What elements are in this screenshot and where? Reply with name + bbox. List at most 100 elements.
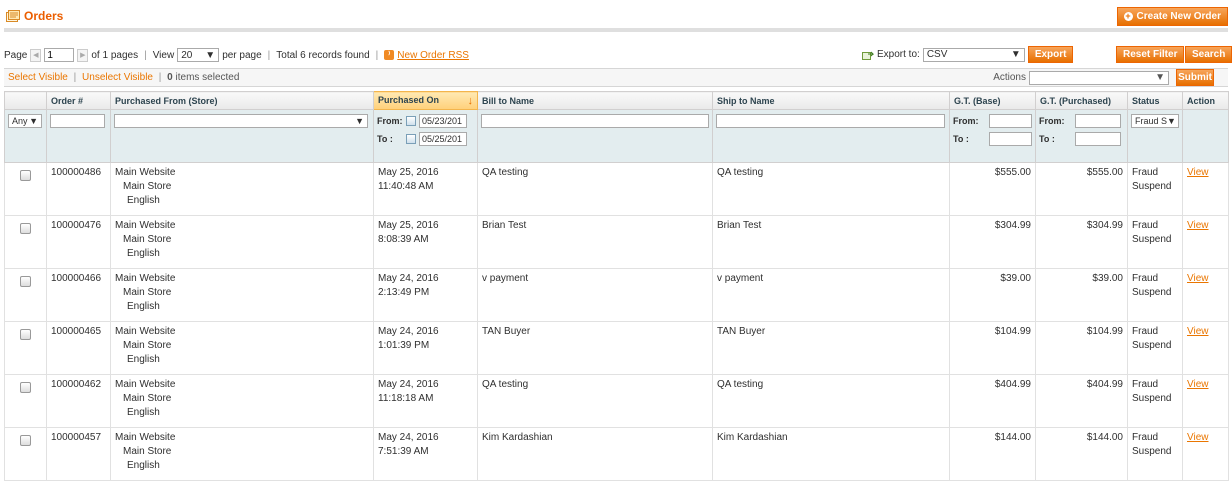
- filter-ship-cell: [712, 109, 950, 163]
- filter-purchased-cell: From: To :: [1035, 109, 1128, 163]
- column-header-gt-base[interactable]: G.T. (Base): [949, 91, 1036, 110]
- store-cell: Main Website Main Store English: [110, 268, 374, 322]
- view-link[interactable]: View: [1187, 273, 1209, 284]
- column-header-bill-to[interactable]: Bill to Name: [477, 91, 713, 110]
- ship-to-name: QA testing: [712, 374, 950, 428]
- select-cell: [4, 215, 47, 269]
- actions-select[interactable]: ▼: [1029, 70, 1169, 85]
- purchased-on: May 24, 2016 1:01:39 PM: [373, 321, 478, 375]
- ship-to-name: Brian Test: [712, 215, 950, 269]
- gt-base: $555.00: [949, 162, 1036, 216]
- column-header-purchased-on[interactable]: Purchased On ↓: [373, 91, 478, 110]
- per-page-select[interactable]: 20 ▼: [177, 48, 220, 62]
- date-from-input[interactable]: 05/23/201: [419, 114, 467, 128]
- reset-filter-button[interactable]: Reset Filter: [1116, 46, 1185, 63]
- unselect-visible-link[interactable]: Unselect Visible: [82, 72, 153, 83]
- bill-to-filter-input[interactable]: [481, 114, 709, 128]
- column-header-store[interactable]: Purchased From (Store): [110, 91, 374, 110]
- date-to-input[interactable]: 05/25/201: [419, 132, 467, 146]
- status: Fraud Suspend: [1127, 162, 1183, 216]
- row-checkbox[interactable]: [20, 276, 31, 287]
- select-cell: [4, 374, 47, 428]
- select-cell: [4, 321, 47, 375]
- filter-select-cell: Any ▼: [4, 109, 47, 163]
- next-page-icon[interactable]: ▶: [77, 48, 89, 62]
- store-cell: Main Website Main Store English: [110, 427, 374, 481]
- row-checkbox[interactable]: [20, 223, 31, 234]
- of-pages-text: of 1 pages: [91, 49, 139, 61]
- create-new-order-label: Create New Order: [1136, 11, 1221, 22]
- table-row[interactable]: 100000466 Main Website Main Store English Ma…: [4, 268, 1229, 322]
- view-link[interactable]: View: [1187, 220, 1209, 231]
- status-filter-select[interactable]: Fraud S ▼: [1131, 114, 1179, 128]
- search-button[interactable]: Search: [1185, 46, 1232, 63]
- table-row[interactable]: 100000457 Main Website Main Store English Ma…: [4, 427, 1229, 481]
- purchased-on: May 24, 2016 11:18:18 AM: [373, 374, 478, 428]
- purchased-from-input[interactable]: [1075, 114, 1121, 128]
- store-name: Main Store: [123, 340, 172, 351]
- status: Fraud Suspend: [1127, 374, 1183, 428]
- submit-button[interactable]: Submit: [1176, 69, 1214, 86]
- view-link[interactable]: View: [1187, 167, 1209, 178]
- store-view: English: [127, 354, 160, 365]
- view-label: View: [152, 49, 175, 61]
- filter-base-cell: From: To :: [949, 109, 1036, 163]
- gt-purchased: $304.99: [1035, 215, 1128, 269]
- table-row[interactable]: 100000486 Main Website Main Store English Ma…: [4, 162, 1229, 216]
- table-row[interactable]: 100000465 Main Website Main Store English Ma…: [4, 321, 1229, 375]
- prev-page-icon[interactable]: ◀: [30, 48, 42, 62]
- column-header-order[interactable]: Order #: [46, 91, 111, 110]
- date-from-label: From:: [377, 116, 403, 126]
- store-website: Main Website: [115, 432, 176, 443]
- calendar-icon[interactable]: [406, 116, 416, 126]
- ship-to-name: TAN Buyer: [712, 321, 950, 375]
- base-from-input[interactable]: [988, 114, 1032, 128]
- store-view: English: [127, 195, 160, 206]
- bill-to-name: TAN Buyer: [477, 321, 713, 375]
- purchased-on: May 25, 2016 8:08:39 AM: [373, 215, 478, 269]
- chevron-down-icon: ▼: [1155, 72, 1165, 83]
- view-link[interactable]: View: [1187, 432, 1209, 443]
- page-title: Orders: [6, 9, 63, 23]
- status: Fraud Suspend: [1127, 268, 1183, 322]
- action-cell: View: [1182, 374, 1229, 428]
- any-filter-select[interactable]: Any ▼: [8, 114, 42, 128]
- divider: |: [375, 49, 379, 61]
- store-cell: Main Website Main Store English: [110, 162, 374, 216]
- gt-purchased: $39.00: [1035, 268, 1128, 322]
- row-checkbox[interactable]: [20, 435, 31, 446]
- calendar-icon[interactable]: [406, 134, 416, 144]
- new-order-rss-link[interactable]: New Order RSS: [397, 50, 469, 61]
- table-row[interactable]: 100000462 Main Website Main Store English Ma…: [4, 374, 1229, 428]
- row-checkbox[interactable]: [20, 329, 31, 340]
- store-filter-select[interactable]: ▼: [114, 114, 368, 128]
- base-to-input[interactable]: [988, 132, 1032, 146]
- page-label: Page: [4, 49, 28, 61]
- row-checkbox[interactable]: [20, 170, 31, 181]
- purchased-to-input[interactable]: [1075, 132, 1121, 146]
- export-format-select[interactable]: CSV ▼: [922, 47, 1025, 62]
- view-link[interactable]: View: [1187, 326, 1209, 337]
- column-header-status[interactable]: Status: [1127, 91, 1183, 110]
- base-from-label: From:: [953, 116, 979, 126]
- ship-to-filter-input[interactable]: [716, 114, 945, 128]
- actions-label: Actions: [993, 72, 1026, 83]
- divider: |: [144, 49, 147, 61]
- order-filter-input[interactable]: [50, 114, 105, 128]
- table-row[interactable]: 100000476 Main Website Main Store English Ma…: [4, 215, 1229, 269]
- divider: |: [73, 72, 77, 83]
- view-link[interactable]: View: [1187, 379, 1209, 390]
- order-number: 100000466: [46, 268, 111, 322]
- create-new-order-button[interactable]: + Create New Order: [1116, 7, 1228, 26]
- column-header-gt-purchased[interactable]: G.T. (Purchased): [1035, 91, 1128, 110]
- ship-to-name: v payment: [712, 268, 950, 322]
- export-button[interactable]: Export: [1027, 46, 1074, 63]
- filter-order-cell: [46, 109, 111, 163]
- page-number-input[interactable]: [44, 48, 75, 62]
- column-header-ship-to[interactable]: Ship to Name: [712, 91, 950, 110]
- select-visible-link[interactable]: Select Visible: [8, 72, 68, 83]
- chevron-down-icon: ▼: [29, 116, 38, 126]
- row-checkbox[interactable]: [20, 382, 31, 393]
- store-website: Main Website: [115, 220, 176, 231]
- store-name: Main Store: [123, 234, 172, 245]
